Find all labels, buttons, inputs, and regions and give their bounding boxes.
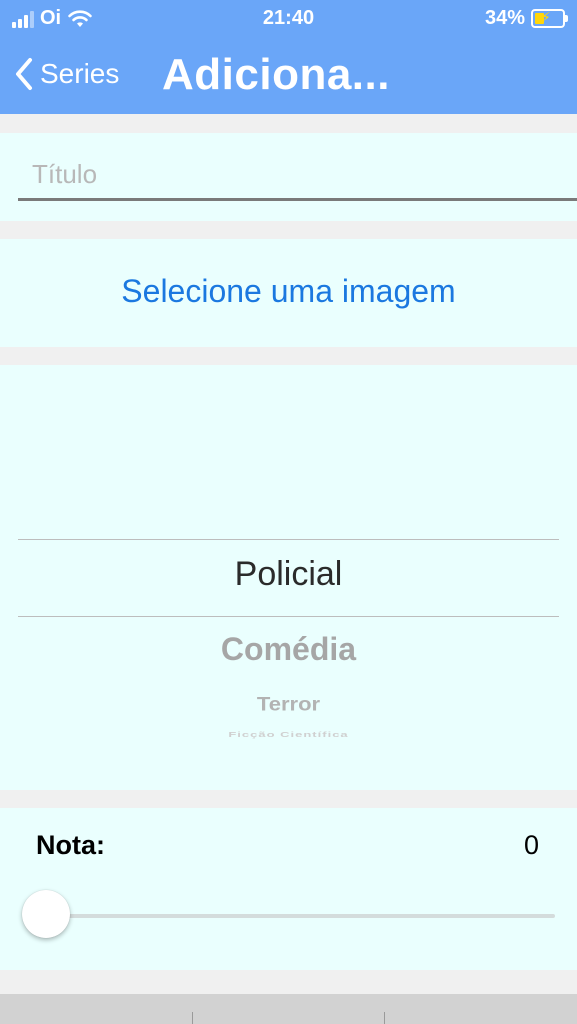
title-input[interactable] — [18, 151, 577, 201]
navigation-bar: Series Adiciona... — [0, 38, 577, 114]
picker-item[interactable]: Comédia — [18, 631, 559, 668]
battery-charging-icon: ⚡ — [531, 9, 568, 28]
battery-percent: 34% — [484, 7, 525, 29]
back-label: Series — [40, 58, 120, 89]
title-section — [0, 133, 577, 221]
back-button[interactable]: Series — [12, 56, 119, 92]
chevron-left-icon — [16, 58, 32, 90]
rating-value: 0 — [523, 830, 539, 860]
status-bar: Oi 21:40 34% ⚡ — [0, 0, 577, 38]
bottom-toolbar — [0, 994, 577, 1024]
genre-picker[interactable]: Policial Comédia Terror Ficção Científic… — [18, 365, 559, 790]
picker-selection-top-line — [18, 539, 559, 540]
rating-section: Nota: 0 — [0, 808, 577, 970]
top-bar: Oi 21:40 34% ⚡ Series Adiciona... — [0, 0, 577, 114]
picker-item-selected[interactable]: Policial — [18, 555, 559, 594]
picker-item[interactable]: Terror — [18, 692, 559, 715]
genre-picker-section: Policial Comédia Terror Ficção Científic… — [0, 365, 577, 790]
select-image-button[interactable]: Selecione uma imagem — [0, 273, 577, 310]
picker-selection-bottom-line — [18, 616, 559, 617]
rating-label: Nota: — [36, 830, 105, 860]
battery-group: 34% ⚡ — [484, 7, 568, 30]
rating-slider[interactable] — [22, 890, 555, 940]
image-section: Selecione uma imagem — [0, 239, 577, 347]
picker-item[interactable]: Ficção Científica — [18, 730, 559, 738]
page-title: Adiciona... — [162, 50, 390, 99]
slider-thumb[interactable] — [22, 890, 70, 938]
slider-track[interactable] — [46, 914, 555, 918]
